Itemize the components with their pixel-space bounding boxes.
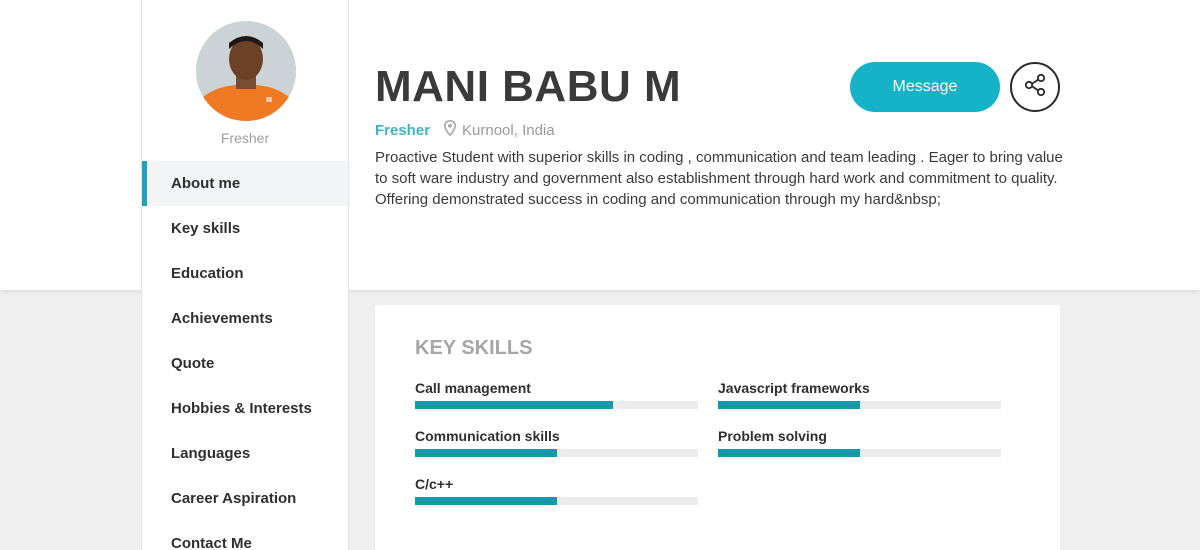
profile-role[interactable]: Fresher: [375, 122, 430, 139]
profile-bio: Proactive Student with superior skills i…: [375, 149, 1063, 208]
skill-bar-fill: [415, 449, 557, 457]
share-button[interactable]: [1010, 62, 1060, 112]
skill-label: Problem solving: [718, 428, 827, 444]
skill-item: Javascript frameworks: [718, 379, 1001, 409]
skill-label: Call management: [415, 380, 531, 396]
skill-item: Call management: [415, 379, 698, 409]
skill-bar-track: [718, 449, 1001, 457]
skill-item: Communication skills: [415, 427, 698, 457]
skill-bar-track: [415, 449, 698, 457]
profile-meta: Fresher Kurnool, India: [375, 119, 555, 140]
message-button[interactable]: Message: [850, 62, 1000, 112]
sidebar-item-about-me[interactable]: About me: [142, 161, 348, 206]
sidebar-item-hobbies[interactable]: Hobbies & Interests: [142, 386, 348, 431]
share-icon: [1023, 73, 1047, 102]
skill-bar-track: [415, 401, 698, 409]
skill-label: C/c++: [415, 476, 454, 492]
skill-label: Communication skills: [415, 428, 560, 444]
sidebar-item-languages[interactable]: Languages: [142, 431, 348, 476]
sidebar-item-achievements[interactable]: Achievements: [142, 296, 348, 341]
skill-bar-fill: [718, 449, 860, 457]
key-skills-title: KEY SKILLS: [415, 337, 533, 359]
skill-label: Javascript frameworks: [718, 380, 870, 396]
sidebar-item-key-skills[interactable]: Key skills: [142, 206, 348, 251]
sidebar-item-contact-me[interactable]: Contact Me: [142, 521, 348, 550]
profile-location: Kurnool, India: [462, 121, 555, 139]
avatar: [196, 21, 296, 121]
sidebar-role: Fresher: [220, 130, 270, 146]
avatar-image: [196, 21, 296, 121]
profile-name: MANI BABU M: [375, 62, 682, 111]
location-pin-icon: [444, 119, 457, 140]
skill-bar-track: [718, 401, 1001, 409]
skill-item: C/c++: [415, 475, 698, 505]
sidebar-nav: About me Key skills Education Achievemen…: [142, 161, 348, 550]
sidebar: Fresher About me Key skills Education Ac…: [141, 0, 349, 550]
skill-bar-fill: [718, 401, 860, 409]
sidebar-item-education[interactable]: Education: [142, 251, 348, 296]
sidebar-item-career-aspiration[interactable]: Career Aspiration: [142, 476, 348, 521]
skill-bar-fill: [415, 497, 557, 505]
sidebar-item-quote[interactable]: Quote: [142, 341, 348, 386]
key-skills-card: KEY SKILLS Call management Javascript fr…: [375, 305, 1060, 550]
skill-bar-track: [415, 497, 698, 505]
skill-bar-fill: [415, 401, 614, 409]
skill-item: Problem solving: [718, 427, 1001, 457]
